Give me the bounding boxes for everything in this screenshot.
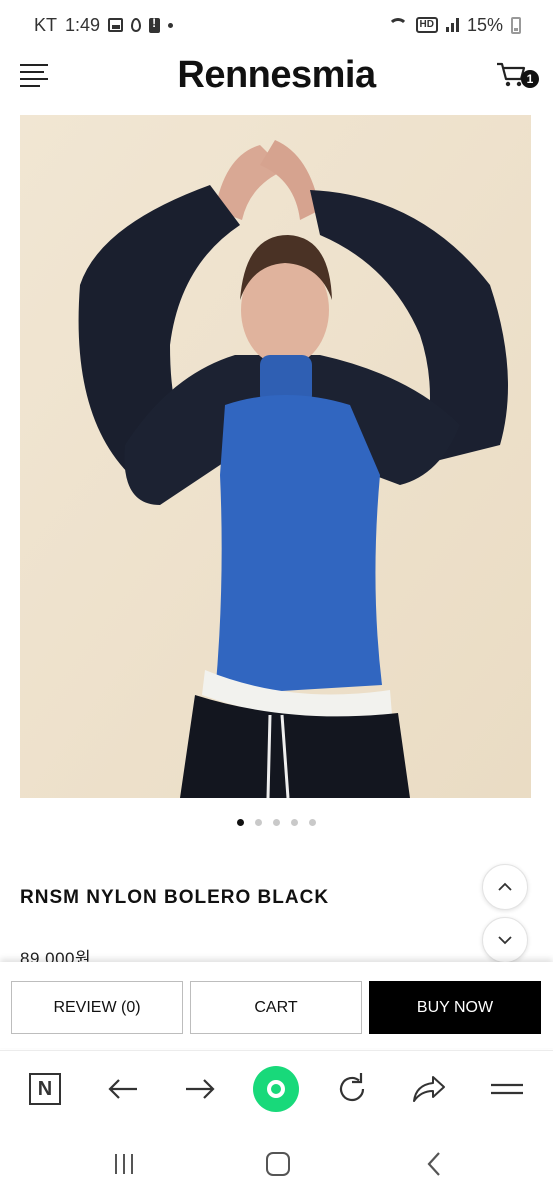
- status-left: KT 1:49: [34, 14, 174, 36]
- carousel-dot-1[interactable]: [237, 819, 244, 826]
- system-navigation-bar: [0, 1126, 553, 1200]
- status-bar: KT 1:49 HD 15%: [0, 0, 553, 50]
- gallery-notification-icon: [108, 18, 124, 32]
- refresh-button[interactable]: [329, 1067, 375, 1111]
- product-name: RNSM NYLON BOLERO BLACK: [20, 887, 330, 908]
- scroll-down-button[interactable]: [482, 917, 528, 963]
- carousel-dot-4[interactable]: [291, 819, 298, 826]
- browser-toolbar: N: [0, 1050, 553, 1126]
- review-button[interactable]: REVIEW (0): [11, 981, 183, 1034]
- menu-icon: [491, 1083, 523, 1095]
- naver-home-icon: N: [29, 1073, 61, 1105]
- naver-home-button[interactable]: N: [22, 1067, 68, 1111]
- app-notification-icon: [131, 18, 142, 32]
- battery-icon: [511, 16, 521, 34]
- image-carousel-indicator: [0, 819, 553, 826]
- wifi-icon: [387, 18, 408, 32]
- back-icon: [427, 1152, 440, 1176]
- signal-icon: [445, 18, 459, 32]
- home-button[interactable]: [258, 1148, 298, 1180]
- battery-percent: 15%: [466, 14, 503, 35]
- chevron-down-icon: [498, 936, 512, 945]
- alert-notification-icon: [149, 16, 161, 33]
- home-icon: [266, 1152, 290, 1176]
- carousel-dot-2[interactable]: [255, 819, 262, 826]
- green-dot-icon: [253, 1066, 299, 1112]
- status-right: HD 15%: [387, 14, 521, 36]
- cart-icon[interactable]: 1: [495, 60, 541, 94]
- scroll-up-button[interactable]: [482, 864, 528, 910]
- buy-now-button[interactable]: BUY NOW: [369, 981, 541, 1034]
- browser-menu-button[interactable]: [484, 1067, 530, 1111]
- forward-button[interactable]: [177, 1067, 223, 1111]
- product-image[interactable]: [20, 115, 531, 798]
- recent-apps-icon: [115, 1154, 133, 1174]
- recent-apps-button[interactable]: [104, 1148, 144, 1180]
- site-header: Rennesmia 1: [0, 52, 553, 102]
- chevron-up-icon: [498, 882, 512, 891]
- system-back-button[interactable]: [414, 1148, 454, 1180]
- share-button[interactable]: [406, 1067, 452, 1111]
- clock: 1:49: [65, 14, 101, 35]
- hd-voice-icon: HD: [415, 17, 438, 33]
- back-button[interactable]: [100, 1067, 146, 1111]
- carousel-dot-3[interactable]: [273, 819, 280, 826]
- more-notifications-icon: [168, 22, 174, 28]
- brand-logo[interactable]: Rennesmia: [0, 54, 553, 97]
- carousel-dot-5[interactable]: [309, 819, 316, 826]
- cart-count-badge: 1: [521, 70, 539, 88]
- product-photo: [20, 115, 531, 798]
- forward-arrow-icon: [186, 1079, 215, 1099]
- carrier-label: KT: [34, 14, 58, 35]
- back-arrow-icon: [108, 1079, 137, 1099]
- share-icon: [413, 1076, 445, 1102]
- refresh-icon: [339, 1073, 365, 1102]
- add-to-cart-button[interactable]: CART: [190, 981, 362, 1034]
- purchase-action-bar: REVIEW (0) CART BUY NOW: [0, 962, 553, 1048]
- green-dot-button[interactable]: [253, 1066, 299, 1112]
